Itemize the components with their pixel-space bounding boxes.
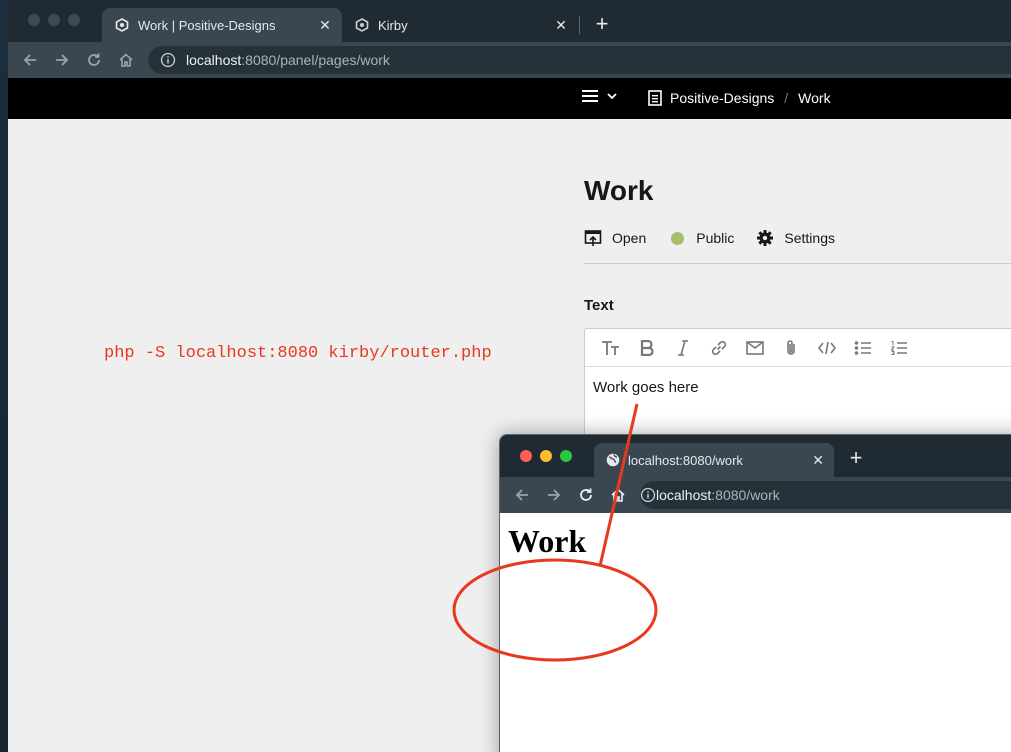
home-icon[interactable]	[114, 48, 138, 72]
email-icon[interactable]	[737, 329, 773, 367]
browser-toolbar: localhost:8080/panel/pages/work	[8, 42, 1011, 78]
italic-icon[interactable]	[665, 329, 701, 367]
reload-icon[interactable]	[82, 48, 106, 72]
reload-icon[interactable]	[574, 483, 598, 507]
address-bar[interactable]: localhost:8080/panel/pages/work	[148, 46, 1011, 74]
status-label: Public	[696, 230, 735, 246]
url-path: :8080/panel/pages/work	[241, 52, 390, 68]
preview-toolbar: localhost:8080/work	[500, 477, 1011, 513]
zoom-window-button[interactable]	[68, 14, 80, 26]
hamburger-icon	[582, 88, 600, 104]
menu-button[interactable]	[582, 88, 618, 104]
page-heading: Work	[508, 523, 587, 559]
forward-icon[interactable]	[50, 48, 74, 72]
globe-icon	[606, 453, 620, 467]
site-info-icon[interactable]	[160, 52, 176, 68]
close-tab-icon[interactable]: ✕	[812, 452, 824, 469]
desktop: Work | Positive-Designs ✕ Kirby ✕ + loca…	[0, 0, 1011, 752]
editor-toolbar	[585, 329, 1011, 367]
bullet-list-icon[interactable]	[845, 329, 881, 367]
open-button[interactable]: Open	[584, 229, 646, 247]
gear-icon	[756, 229, 774, 247]
tab-title: localhost:8080/work	[628, 452, 743, 468]
close-window-button[interactable]	[28, 14, 40, 26]
url-path: :8080/work	[711, 487, 780, 503]
status-dot-icon	[668, 229, 686, 247]
panel-header: Positive-Designs / Work	[8, 78, 1011, 119]
editor-content[interactable]: Work goes here	[585, 367, 1011, 408]
settings-label: Settings	[784, 230, 835, 246]
address-bar[interactable]: localhost:8080/work	[640, 481, 1011, 509]
tab-localhost-work[interactable]: localhost:8080/work ✕	[594, 443, 834, 477]
breadcrumb-site[interactable]: Positive-Designs	[670, 90, 774, 106]
home-icon[interactable]	[606, 483, 630, 507]
code-icon[interactable]	[809, 329, 845, 367]
open-preview-icon	[584, 229, 602, 247]
minimize-window-button[interactable]	[48, 14, 60, 26]
settings-button[interactable]: Settings	[756, 229, 835, 247]
text-field-label: Text	[584, 297, 614, 314]
url-text: localhost:8080/panel/pages/work	[186, 52, 390, 68]
open-label: Open	[612, 230, 647, 246]
tab-title: Work | Positive-Designs	[138, 17, 276, 33]
close-tab-icon[interactable]: ✕	[552, 16, 570, 34]
breadcrumb: Positive-Designs / Work	[648, 90, 831, 106]
close-tab-icon[interactable]: ✕	[316, 16, 334, 34]
preview-tab-strip: localhost:8080/work ✕ +	[500, 435, 1011, 477]
back-icon[interactable]	[510, 483, 534, 507]
divider	[584, 263, 1011, 264]
attachment-icon[interactable]	[773, 329, 809, 367]
status-button[interactable]: Public	[668, 229, 734, 247]
command-annotation: php -S localhost:8080 kirby/router.php	[104, 344, 492, 363]
text-field-editor[interactable]: Work goes here	[584, 328, 1011, 448]
preview-browser-window: localhost:8080/work ✕ + localhost:8080/w…	[499, 434, 1011, 752]
url-host: localhost	[186, 52, 242, 68]
preview-page: Work	[500, 513, 1011, 752]
minimize-window-button[interactable]	[540, 450, 552, 462]
url-text: localhost:8080/work	[656, 487, 780, 503]
tab-work[interactable]: Work | Positive-Designs ✕	[102, 8, 342, 42]
headings-icon[interactable]	[593, 329, 629, 367]
window-controls	[520, 450, 572, 462]
zoom-window-button[interactable]	[560, 450, 572, 462]
new-tab-button[interactable]: +	[845, 447, 867, 469]
close-window-button[interactable]	[520, 450, 532, 462]
site-info-icon[interactable]	[640, 487, 656, 503]
window-controls	[28, 14, 80, 26]
tab-separator	[579, 16, 580, 34]
back-icon[interactable]	[18, 48, 42, 72]
tab-kirby[interactable]: Kirby ✕	[342, 8, 578, 42]
tab-title: Kirby	[378, 17, 408, 33]
page-title: Work	[584, 175, 654, 206]
link-icon[interactable]	[701, 329, 737, 367]
forward-icon[interactable]	[542, 483, 566, 507]
new-tab-button[interactable]: +	[590, 12, 614, 36]
breadcrumb-page[interactable]: Work	[798, 90, 830, 106]
kirby-favicon-icon	[354, 17, 370, 33]
tab-strip: Work | Positive-Designs ✕ Kirby ✕ +	[8, 0, 1011, 42]
ordered-list-icon[interactable]	[881, 329, 917, 367]
page-options: Open Public Settings	[584, 229, 857, 247]
kirby-favicon-icon	[114, 17, 130, 33]
chevron-down-icon	[606, 90, 618, 102]
url-host: localhost	[656, 487, 712, 503]
breadcrumb-separator: /	[784, 90, 789, 106]
page-icon	[648, 90, 662, 106]
bold-icon[interactable]	[629, 329, 665, 367]
